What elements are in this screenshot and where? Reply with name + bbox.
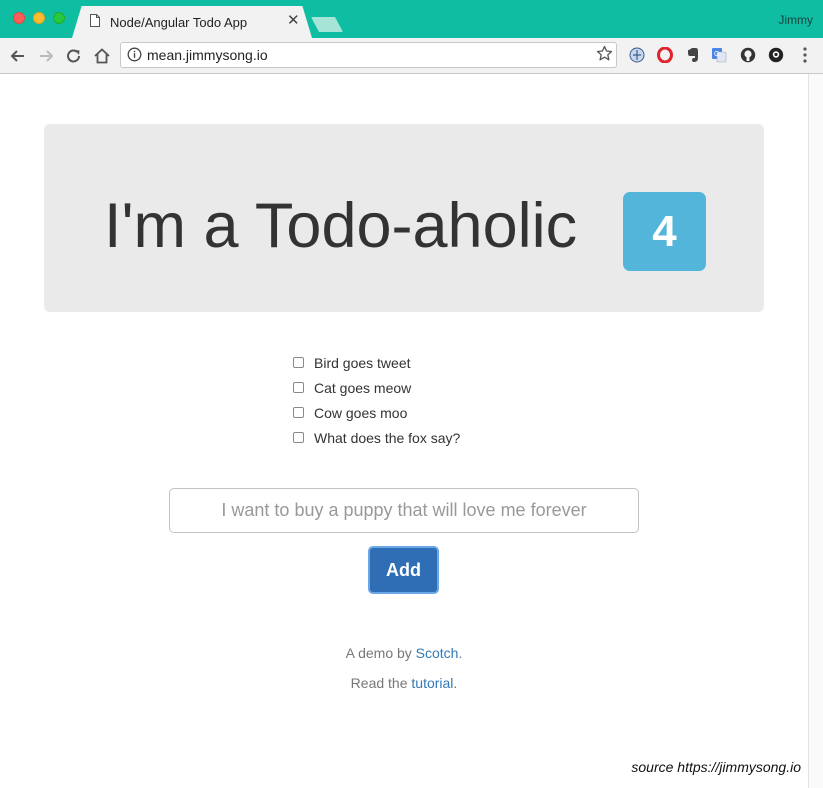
translate-icon[interactable]: [629, 47, 645, 63]
tutorial-link[interactable]: tutorial: [411, 675, 453, 691]
reload-icon[interactable]: [64, 46, 84, 66]
tab-close-icon[interactable]: ✕: [287, 13, 300, 28]
home-icon[interactable]: [92, 46, 112, 66]
minimize-window-button[interactable]: [33, 12, 45, 24]
browser-menu-icon[interactable]: [801, 46, 809, 64]
todo-checkbox[interactable]: [293, 432, 304, 443]
todo-checkbox[interactable]: [293, 407, 304, 418]
footer-demo-line: A demo by Scotch.: [0, 645, 808, 661]
zoom-window-button[interactable]: [53, 12, 65, 24]
octotree-icon[interactable]: [768, 47, 784, 63]
evernote-icon[interactable]: [685, 47, 701, 63]
add-todo-button[interactable]: Add: [368, 546, 439, 594]
footer-tutorial-line: Read the tutorial.: [0, 675, 808, 691]
google-translate-icon[interactable]: G: [711, 47, 727, 63]
svg-text:G: G: [714, 51, 719, 58]
todo-text: Cow goes moo: [314, 405, 408, 421]
footer-read-suffix: .: [453, 675, 458, 691]
footer-demo-prefix: A demo by: [345, 645, 416, 661]
page-icon: [90, 14, 100, 27]
opera-icon[interactable]: [657, 47, 673, 63]
footer-demo-suffix: .: [458, 645, 463, 661]
page-heading: I'm a Todo-aholic: [104, 191, 578, 261]
page-scrollbar[interactable]: [808, 74, 823, 788]
todo-text: Cat goes meow: [314, 380, 412, 396]
back-arrow-icon[interactable]: [8, 46, 28, 66]
info-icon[interactable]: [127, 47, 142, 62]
profile-name[interactable]: Jimmy: [778, 13, 813, 27]
todo-count-badge: 4: [623, 192, 706, 271]
forward-arrow-icon[interactable]: [36, 46, 56, 66]
scotch-link[interactable]: Scotch: [416, 645, 459, 661]
footer-read-prefix: Read the: [350, 675, 412, 691]
todo-text: What does the fox say?: [314, 430, 461, 446]
new-todo-input[interactable]: [169, 488, 639, 533]
tab-title: Node/Angular Todo App: [110, 15, 248, 30]
todo-checkbox[interactable]: [293, 357, 304, 368]
close-window-button[interactable]: [13, 12, 25, 24]
github-icon[interactable]: [740, 47, 756, 63]
todo-text: Bird goes tweet: [314, 355, 411, 371]
bookmark-star-icon[interactable]: [596, 45, 613, 62]
url-text[interactable]: mean.jimmysong.io: [147, 47, 268, 63]
source-caption: source https://jimmysong.io: [631, 759, 801, 775]
todo-checkbox[interactable]: [293, 382, 304, 393]
